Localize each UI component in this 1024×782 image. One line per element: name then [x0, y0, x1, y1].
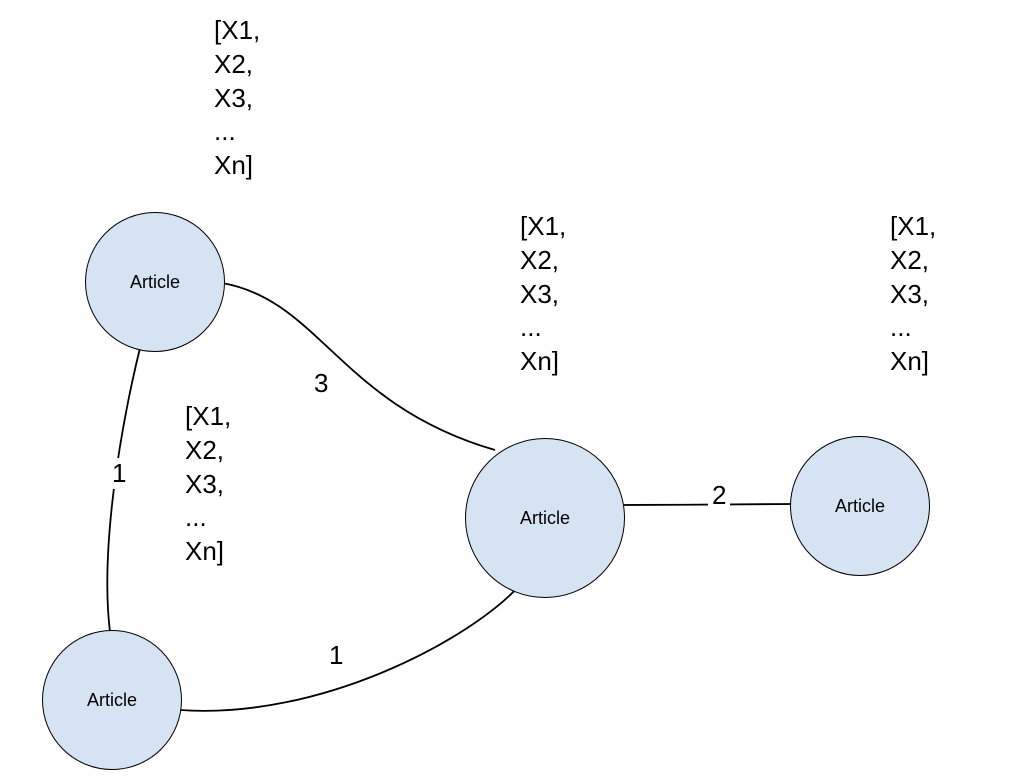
- edge-weight-1: 1: [108, 458, 130, 489]
- edge-weight-1b: 1: [325, 640, 347, 671]
- node-label: Article: [130, 272, 180, 293]
- node-label: Article: [520, 508, 570, 529]
- edge-n1-n3: [222, 283, 495, 450]
- node-article-4: Article: [790, 436, 930, 576]
- edge-n2-n3: [180, 585, 520, 711]
- feature-vector-2: [X1, X2, X3, ... Xn]: [185, 400, 231, 569]
- edge-n1-n2: [107, 348, 140, 632]
- node-label: Article: [87, 690, 137, 711]
- node-article-1: Article: [85, 212, 225, 352]
- node-article-2: Article: [42, 630, 182, 770]
- node-article-3: Article: [465, 438, 625, 598]
- node-label: Article: [835, 496, 885, 517]
- edge-weight-2: 2: [708, 480, 730, 511]
- feature-vector-3: [X1, X2, X3, ... Xn]: [520, 210, 566, 379]
- edge-weight-3: 3: [310, 368, 332, 399]
- feature-vector-4: [X1, X2, X3, ... Xn]: [890, 210, 936, 379]
- feature-vector-1: [X1, X2, X3, ... Xn]: [214, 14, 260, 183]
